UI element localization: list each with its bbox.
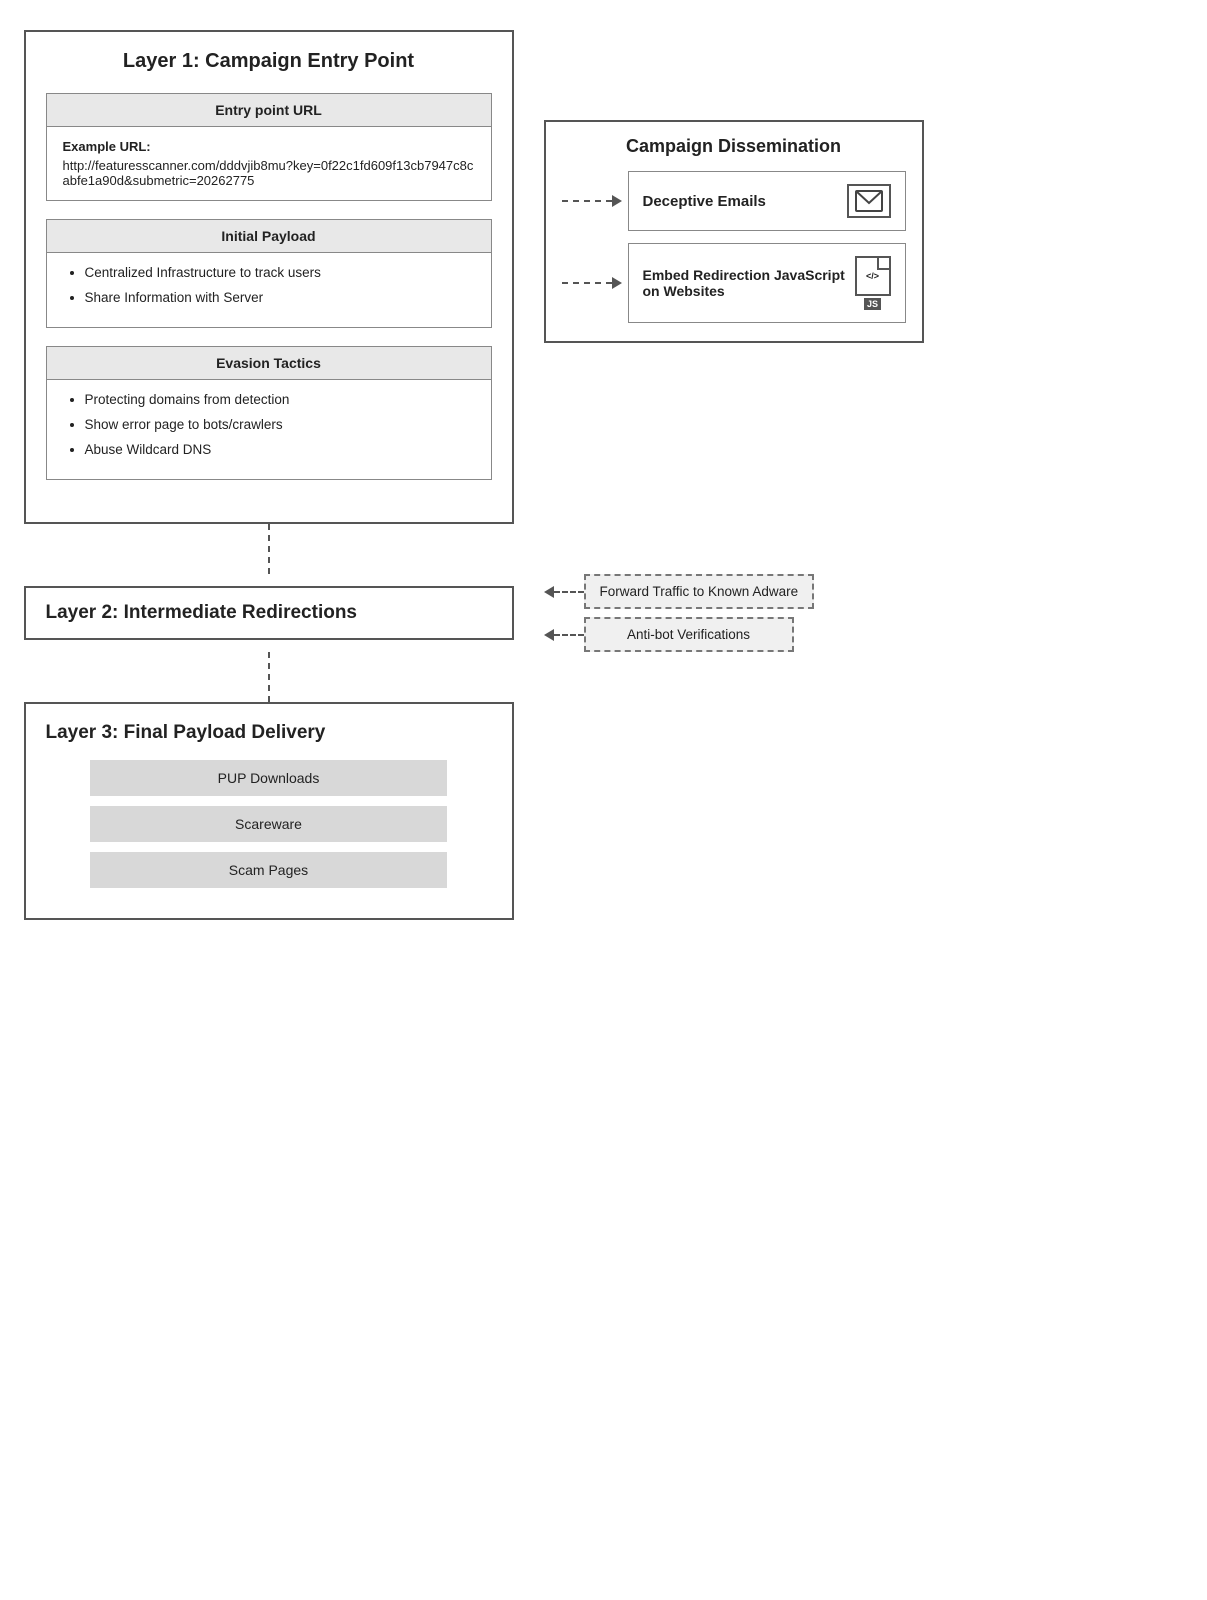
url-text: http://featuresscanner.com/dddvjib8mu?ke… [63,158,475,188]
layer3-section: Layer 3: Final Payload Delivery PUP Down… [24,702,1184,920]
entry-point-body: Example URL: http://featuresscanner.com/… [47,127,491,200]
layer2-right: Forward Traffic to Known Adware Anti-bot… [514,574,1184,652]
side-box-row-1: Forward Traffic to Known Adware [544,574,1184,609]
side-box-row-2: Anti-bot Verifications [544,617,1184,652]
embed-redirection-item: Embed Redirection JavaScript on Websites… [628,243,906,323]
vertical-connector-wrap [24,524,514,574]
email-icon [847,184,891,218]
layer2-title: Layer 2: Intermediate Redirections [46,602,492,624]
arrowhead-left-2 [544,629,554,641]
code-brackets: </> [866,271,879,281]
page-layout: Layer 1: Campaign Entry Point Entry poin… [24,30,1184,920]
connector-row-1 [24,524,1184,574]
dashed-vertical-1 [268,524,270,574]
arrow-line-side-2 [554,634,584,636]
side-box-2: Anti-bot Verifications [584,617,794,652]
campaign-title: Campaign Dissemination [562,136,906,157]
evasion-tactics-list: Protecting domains from detection Show e… [63,392,475,457]
initial-payload-list: Centralized Infrastructure to track user… [63,265,475,305]
evasion-tactics-header: Evasion Tactics [47,347,491,380]
payload-item-0: PUP Downloads [90,760,447,796]
entry-point-header: Entry point URL [47,94,491,127]
arrowhead-2 [612,277,622,289]
js-icon-wrap: </> JS [855,256,891,310]
campaign-section: Campaign Dissemination Deceptive Emails [514,30,1184,343]
evasion-tactics-body: Protecting domains from detection Show e… [47,380,491,479]
js-doc-corner [877,258,889,270]
initial-payload-card: Initial Payload Centralized Infrastructu… [46,219,492,328]
js-label: JS [864,298,881,310]
url-label: Example URL: [63,139,475,154]
vertical-connector-wrap-2 [24,652,514,702]
arrow-line-side-1 [554,591,584,593]
layer3-title: Layer 3: Final Payload Delivery [46,722,492,744]
layer2-section: Layer 2: Intermediate Redirections Forwa… [24,574,1184,652]
list-item: Share Information with Server [85,290,475,305]
deceptive-emails-item: Deceptive Emails [628,171,906,231]
layer2-left: Layer 2: Intermediate Redirections [24,586,514,640]
embed-redirection-row: Embed Redirection JavaScript on Websites… [562,243,906,323]
spacer [514,524,1184,574]
entry-point-card: Entry point URL Example URL: http://feat… [46,93,492,201]
list-item: Abuse Wildcard DNS [85,442,475,457]
layer3-left: Layer 3: Final Payload Delivery PUP Down… [24,702,514,920]
arrow-line-1 [562,200,612,202]
spacer-2 [514,652,1184,702]
campaign-box: Campaign Dissemination Deceptive Emails [544,120,924,343]
connector-row-2 [24,652,1184,702]
initial-payload-body: Centralized Infrastructure to track user… [47,253,491,327]
deceptive-emails-label: Deceptive Emails [643,193,766,210]
initial-payload-header: Initial Payload [47,220,491,253]
deceptive-emails-row: Deceptive Emails [562,171,906,231]
payload-item-1: Scareware [90,806,447,842]
layer1-box: Layer 1: Campaign Entry Point Entry poin… [24,30,514,524]
embed-redirection-label: Embed Redirection JavaScript on Websites [643,267,855,299]
payload-item-2: Scam Pages [90,852,447,888]
arrow-line-2 [562,282,612,284]
arrowhead-left-1 [544,586,554,598]
dashed-vertical-2 [268,652,270,702]
top-section: Layer 1: Campaign Entry Point Entry poin… [24,30,1184,524]
list-item: Protecting domains from detection [85,392,475,407]
arrowhead-1 [612,195,622,207]
list-item: Centralized Infrastructure to track user… [85,265,475,280]
side-box-1: Forward Traffic to Known Adware [584,574,815,609]
layer3-box: Layer 3: Final Payload Delivery PUP Down… [24,702,514,920]
js-doc-icon: </> [855,256,891,296]
evasion-tactics-card: Evasion Tactics Protecting domains from … [46,346,492,480]
list-item: Show error page to bots/crawlers [85,417,475,432]
layer2-box: Layer 2: Intermediate Redirections [24,586,514,640]
layer1-section: Layer 1: Campaign Entry Point Entry poin… [24,30,514,524]
layer1-title: Layer 1: Campaign Entry Point [46,50,492,73]
